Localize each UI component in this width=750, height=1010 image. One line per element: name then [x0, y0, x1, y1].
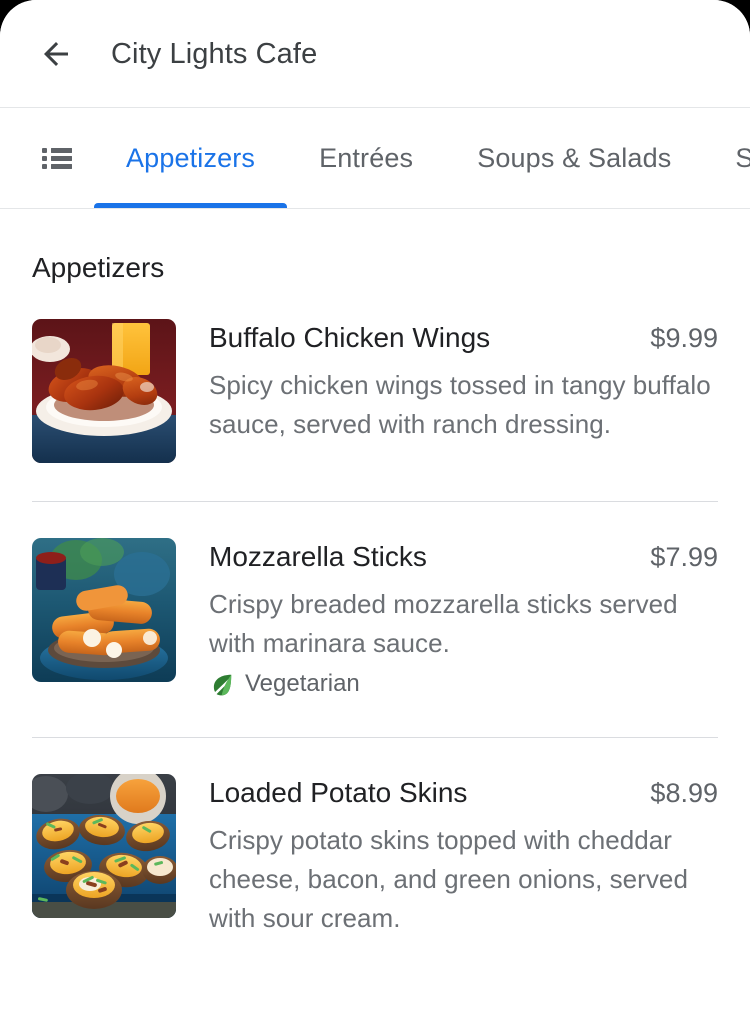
- menu-item-body: Buffalo Chicken Wings $9.99 Spicy chicke…: [209, 319, 718, 444]
- menu-item-description: Crispy breaded mozzarella sticks served …: [209, 589, 678, 658]
- menu-item-name: Mozzarella Sticks: [209, 541, 427, 572]
- tabs-scroller[interactable]: Appetizers Entrées Soups & Salads S: [94, 108, 750, 208]
- list-icon: [42, 148, 72, 169]
- tab-label: Entrées: [319, 142, 414, 173]
- menu-item-header: Loaded Potato Skins $8.99: [209, 776, 718, 810]
- section-heading: Appetizers: [32, 252, 165, 283]
- menu-item-body: Mozzarella Sticks $7.99 Crispy breaded m…: [209, 538, 718, 699]
- app-window: City Lights Cafe Appetizers Entrées Soup…: [0, 0, 750, 1010]
- tab-appetizers[interactable]: Appetizers: [94, 108, 288, 208]
- list-icon-button[interactable]: [36, 143, 78, 173]
- tab-partial-next[interactable]: S: [703, 108, 750, 208]
- menu-item-name: Buffalo Chicken Wings: [209, 322, 491, 353]
- food-photo: [32, 774, 176, 918]
- vegetarian-badge: Vegetarian: [209, 669, 360, 699]
- leaf-icon: [213, 674, 232, 696]
- tab-label: Soups & Salads: [477, 142, 672, 173]
- mozzarella-sticks-photo: [32, 538, 176, 682]
- menu-item-description: Crispy potato skins topped with cheddar …: [209, 825, 688, 933]
- tag-label: Vegetarian: [245, 670, 360, 697]
- buffalo-chicken-wings-photo: [32, 319, 176, 463]
- food-photo: [32, 319, 176, 463]
- app-bar: City Lights Cafe: [0, 0, 750, 108]
- menu-item-header: Buffalo Chicken Wings $9.99: [209, 321, 718, 355]
- menu-item-price: $8.99: [650, 778, 718, 808]
- food-photo: [32, 538, 176, 682]
- menu-item-row[interactable]: Loaded Potato Skins $8.99 Crispy potato …: [0, 774, 750, 938]
- menu-item-header: Mozzarella Sticks $7.99: [209, 540, 718, 574]
- tab-entrees[interactable]: Entrées: [287, 108, 445, 208]
- menu-item-row[interactable]: Mozzarella Sticks $7.99 Crispy breaded m…: [0, 538, 750, 699]
- arrow-left-icon: [44, 41, 68, 66]
- tab-soups-and-salads[interactable]: Soups & Salads: [445, 108, 703, 208]
- menu-item-tags: Vegetarian: [209, 669, 718, 699]
- menu-item-price: $7.99: [650, 542, 718, 572]
- menu-content: Appetizers Buffalo Chicken Wings $9.99 S…: [0, 209, 750, 938]
- menu-item-description: Spicy chicken wings tossed in tangy buff…: [209, 370, 711, 439]
- menu-item-row[interactable]: Buffalo Chicken Wings $9.99 Spicy chicke…: [0, 319, 750, 463]
- menu-item-body: Loaded Potato Skins $8.99 Crispy potato …: [209, 774, 718, 938]
- loaded-potato-skins-photo: [32, 774, 176, 918]
- back-button[interactable]: [32, 30, 80, 78]
- tab-label: Appetizers: [126, 142, 256, 173]
- menu-item-price: $9.99: [650, 323, 718, 353]
- tab-bar: Appetizers Entrées Soups & Salads S: [0, 108, 750, 209]
- page-title: City Lights Cafe: [111, 37, 318, 70]
- menu-item-name: Loaded Potato Skins: [209, 777, 468, 808]
- tab-label: S: [735, 143, 750, 174]
